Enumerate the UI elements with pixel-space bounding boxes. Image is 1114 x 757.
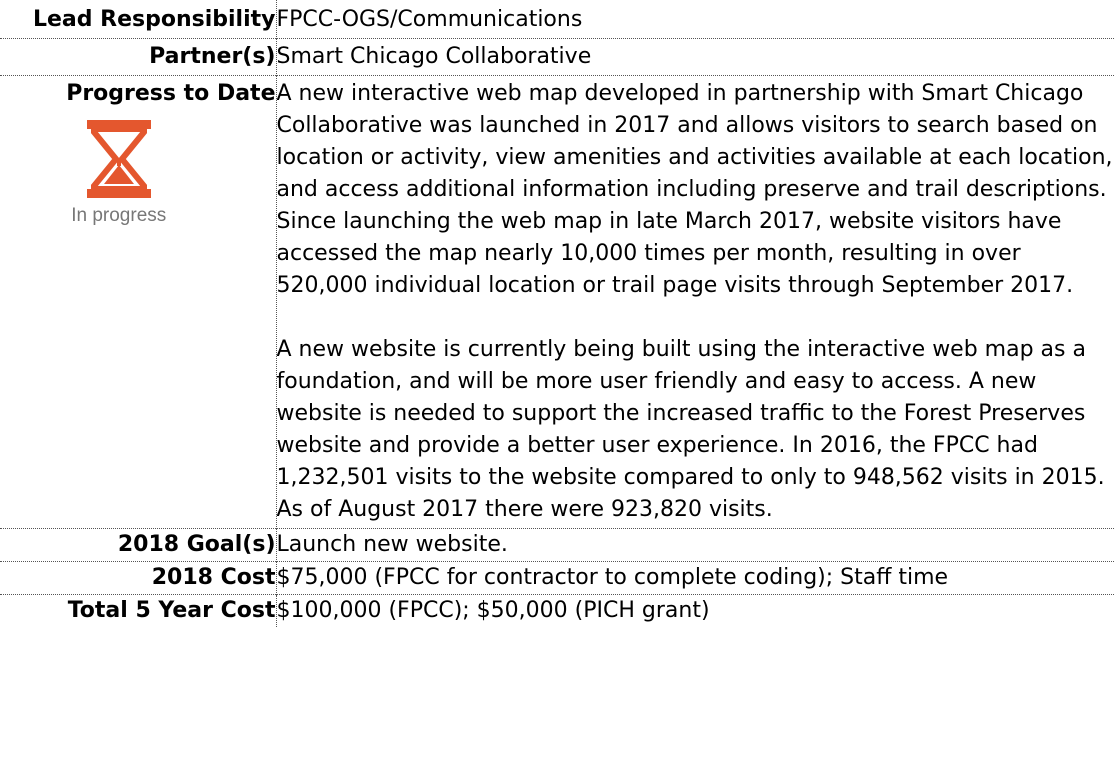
row-2018-cost: 2018 Cost $75,000 (FPCC for contractor t… [0,561,1114,595]
progress-value: A new interactive web map developed in p… [276,75,1114,529]
progress-status: In progress [0,118,276,228]
cost-value: $75,000 (FPCC for contractor to complete… [276,561,1114,595]
row-2018-goals: 2018 Goal(s) Launch new website. [0,528,1114,562]
row-lead-responsibility: Lead Responsibility FPCC-OGS/Communicati… [0,0,1114,39]
partners-value: Smart Chicago Collaborative [276,38,1114,76]
total-cost-label: Total 5 Year Cost [0,594,277,627]
goals-value: Launch new website. [276,528,1114,562]
goals-label: 2018 Goal(s) [0,528,277,562]
row-progress-to-date: Progress to Date In progress A new inter… [0,75,1114,529]
partners-label: Partner(s) [0,38,277,76]
initiative-table: Lead Responsibility FPCC-OGS/Communicati… [0,0,1114,627]
lead-responsibility-label: Lead Responsibility [0,0,277,39]
progress-paragraph-2: A new website is currently being built u… [276,337,1105,522]
progress-paragraph-1: A new interactive web map developed in p… [276,81,1113,298]
lead-responsibility-value: FPCC-OGS/Communications [276,7,583,32]
progress-label-cell: Progress to Date In progress [0,75,277,529]
progress-label: Progress to Date [66,81,276,106]
status-text: In progress [71,205,167,226]
row-partners: Partner(s) Smart Chicago Collaborative [0,38,1114,76]
total-cost-value: $100,000 (FPCC); $50,000 (PICH grant) [276,594,1114,627]
row-total-5-year-cost: Total 5 Year Cost $100,000 (FPCC); $50,0… [0,594,1114,627]
document-page: Lead Responsibility FPCC-OGS/Communicati… [0,0,1114,757]
cost-label: 2018 Cost [0,561,277,595]
hourglass-icon [86,120,151,198]
